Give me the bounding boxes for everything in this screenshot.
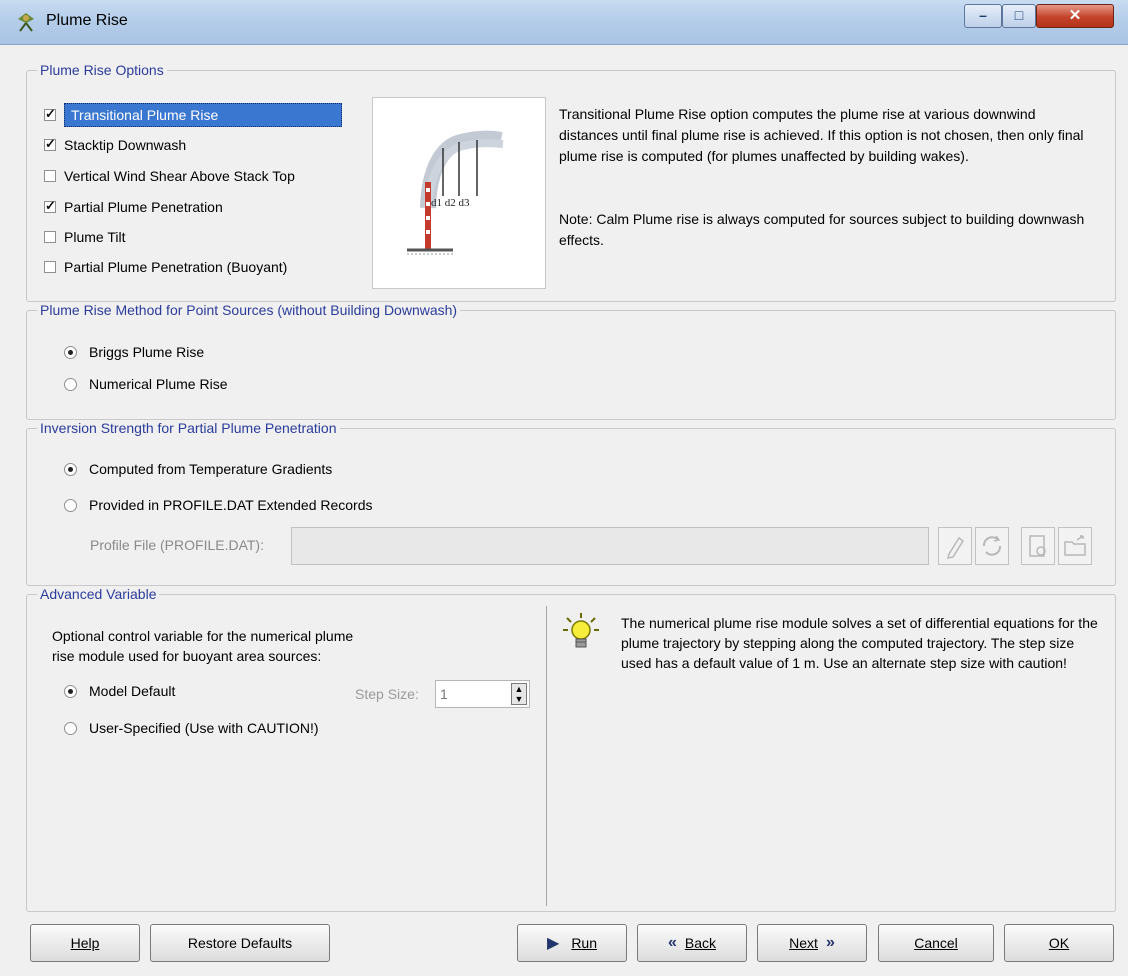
radio-label: Numerical Plume Rise [89,376,228,392]
title-bar[interactable]: Plume Rise – □ ✕ [0,0,1128,45]
radio-dot[interactable] [64,721,77,735]
plume-diagram-graphic: d1 d2 d3 [407,130,504,255]
maximize-button[interactable]: □ [1002,4,1036,28]
numerical-step-tip: The numerical plume rise module solves a… [621,615,1098,671]
back-button-label: Back [684,935,717,951]
open-file-button[interactable] [1058,527,1092,565]
plume-rise-method-group: Plume Rise Method for Point Sources (wit… [26,302,1116,420]
plume-rise-window: Plume Rise – □ ✕ Plume Rise Options ✓ Tr… [0,0,1128,976]
next-button[interactable]: Next » [757,924,867,962]
run-button-label: Run [571,935,597,951]
ok-button-label: OK [1048,935,1070,951]
radio-label: Computed from Temperature Gradients [89,461,333,477]
radio-label: User-Specified (Use with CAUTION!) [89,720,319,736]
next-arrow-icon: » [825,934,835,951]
radio-label: Provided in PROFILE.DAT Extended Records [89,497,373,513]
radio-computed-from-temperature[interactable]: Computed from Temperature Gradients [64,461,332,477]
minimize-button[interactable]: – [964,4,1002,28]
radio-model-default[interactable]: Model Default [64,683,175,699]
checkbox-label: Transitional Plume Rise [64,103,342,127]
back-arrow-icon: « [667,934,677,951]
checkbox-stacktip-downwash[interactable]: ✓ Stacktip Downwash [44,136,187,153]
checkbox-transitional-plume-rise[interactable]: ✓ Transitional Plume Rise [44,103,342,127]
radio-briggs-plume-rise[interactable]: Briggs Plume Rise [64,344,204,360]
next-button-label: Next [789,935,818,951]
minimize-icon: – [979,7,987,23]
profile-file-label: Profile File (PROFILE.DAT): [90,537,264,553]
calm-plume-note: Note: Calm Plume rise is always computed… [559,211,1085,248]
view-icon [1029,535,1046,557]
spinner-up-icon[interactable]: ▲ [512,684,526,694]
group-legend: Advanced Variable [40,586,157,602]
radio-dot[interactable] [64,345,77,359]
group-legend: Plume Rise Method for Point Sources (wit… [40,302,458,318]
refresh-icon [982,535,1002,556]
diagram-distance-labels: d1 d2 d3 [431,197,470,209]
spinner-arrows[interactable]: ▲ ▼ [511,683,527,705]
radio-dot[interactable] [64,462,77,476]
spinner-down-icon[interactable]: ▼ [512,694,526,704]
checkbox-box[interactable] [44,170,56,182]
checkbox-box[interactable] [44,261,56,273]
group-legend: Plume Rise Options [40,62,164,78]
check-icon: ✓ [45,106,56,121]
window-title: Plume Rise [46,12,128,29]
edit-icon [946,536,965,559]
checkbox-partial-plume-penetration[interactable]: ✓ Partial Plume Penetration [44,198,223,215]
checkbox-label: Partial Plume Penetration (Buoyant) [64,259,288,275]
radio-label: Model Default [89,683,176,699]
view-file-button[interactable] [1021,527,1055,565]
checkbox-partial-plume-penetration-buoyant[interactable]: Partial Plume Penetration (Buoyant) [44,259,287,275]
edit-file-button[interactable] [938,527,972,565]
run-arrow-icon: ▶ [547,935,560,952]
checkbox-label: Vertical Wind Shear Above Stack Top [64,168,295,184]
run-button[interactable]: ▶ Run [517,924,627,962]
transitional-description: Transitional Plume Rise option computes … [559,106,1084,164]
back-button[interactable]: « Back [637,924,747,962]
radio-numerical-plume-rise[interactable]: Numerical Plume Rise [64,376,227,392]
check-icon: ✓ [45,198,56,213]
refresh-file-button[interactable] [975,527,1009,565]
radio-user-specified[interactable]: User-Specified (Use with CAUTION!) [64,720,319,736]
lightbulb-icon [563,612,599,655]
checkbox-vertical-wind-shear[interactable]: Vertical Wind Shear Above Stack Top [44,168,295,184]
open-folder-icon [1064,535,1086,556]
checkbox-plume-tilt[interactable]: Plume Tilt [44,229,125,245]
radio-dot[interactable] [64,498,77,512]
ok-button[interactable]: OK [1004,924,1114,962]
profile-file-input[interactable] [291,527,929,565]
maximize-icon: □ [1014,7,1024,23]
help-button-label: Help [70,935,100,951]
radio-label: Briggs Plume Rise [89,344,205,360]
restore-defaults-button[interactable]: Restore Defaults [150,924,330,962]
step-size-value[interactable]: 1 [440,686,448,702]
restore-defaults-label: Restore Defaults [187,935,293,951]
radio-provided-in-profile-dat[interactable]: Provided in PROFILE.DAT Extended Records [64,497,373,513]
radio-dot[interactable] [64,377,77,391]
cancel-button-label: Cancel [914,935,958,951]
checkbox-box[interactable]: ✓ [44,198,56,213]
advanced-intro-line-2: rise module used for buoyant area source… [52,648,322,664]
group-legend: Inversion Strength for Partial Plume Pen… [40,420,337,436]
check-icon: ✓ [45,136,56,151]
help-button[interactable]: Help [30,924,140,962]
checkbox-box[interactable]: ✓ [44,136,56,151]
step-size-label: Step Size: [355,686,419,702]
checkbox-box[interactable] [44,231,56,243]
checkbox-label: Stacktip Downwash [64,137,187,153]
app-icon [14,11,38,33]
checkbox-box[interactable]: ✓ [44,106,56,121]
radio-dot[interactable] [64,684,77,698]
checkbox-label: Partial Plume Penetration [64,199,223,215]
close-icon: ✕ [1068,7,1082,24]
step-size-spinner[interactable]: 1 ▲ ▼ [435,680,530,708]
checkbox-label: Plume Tilt [64,229,126,245]
advanced-divider [546,606,547,906]
advanced-intro-line-1: Optional control variable for the numeri… [52,628,354,644]
cancel-button[interactable]: Cancel [878,924,994,962]
close-button[interactable]: ✕ [1036,4,1114,28]
plume-diagram: d1 d2 d3 [372,97,546,289]
